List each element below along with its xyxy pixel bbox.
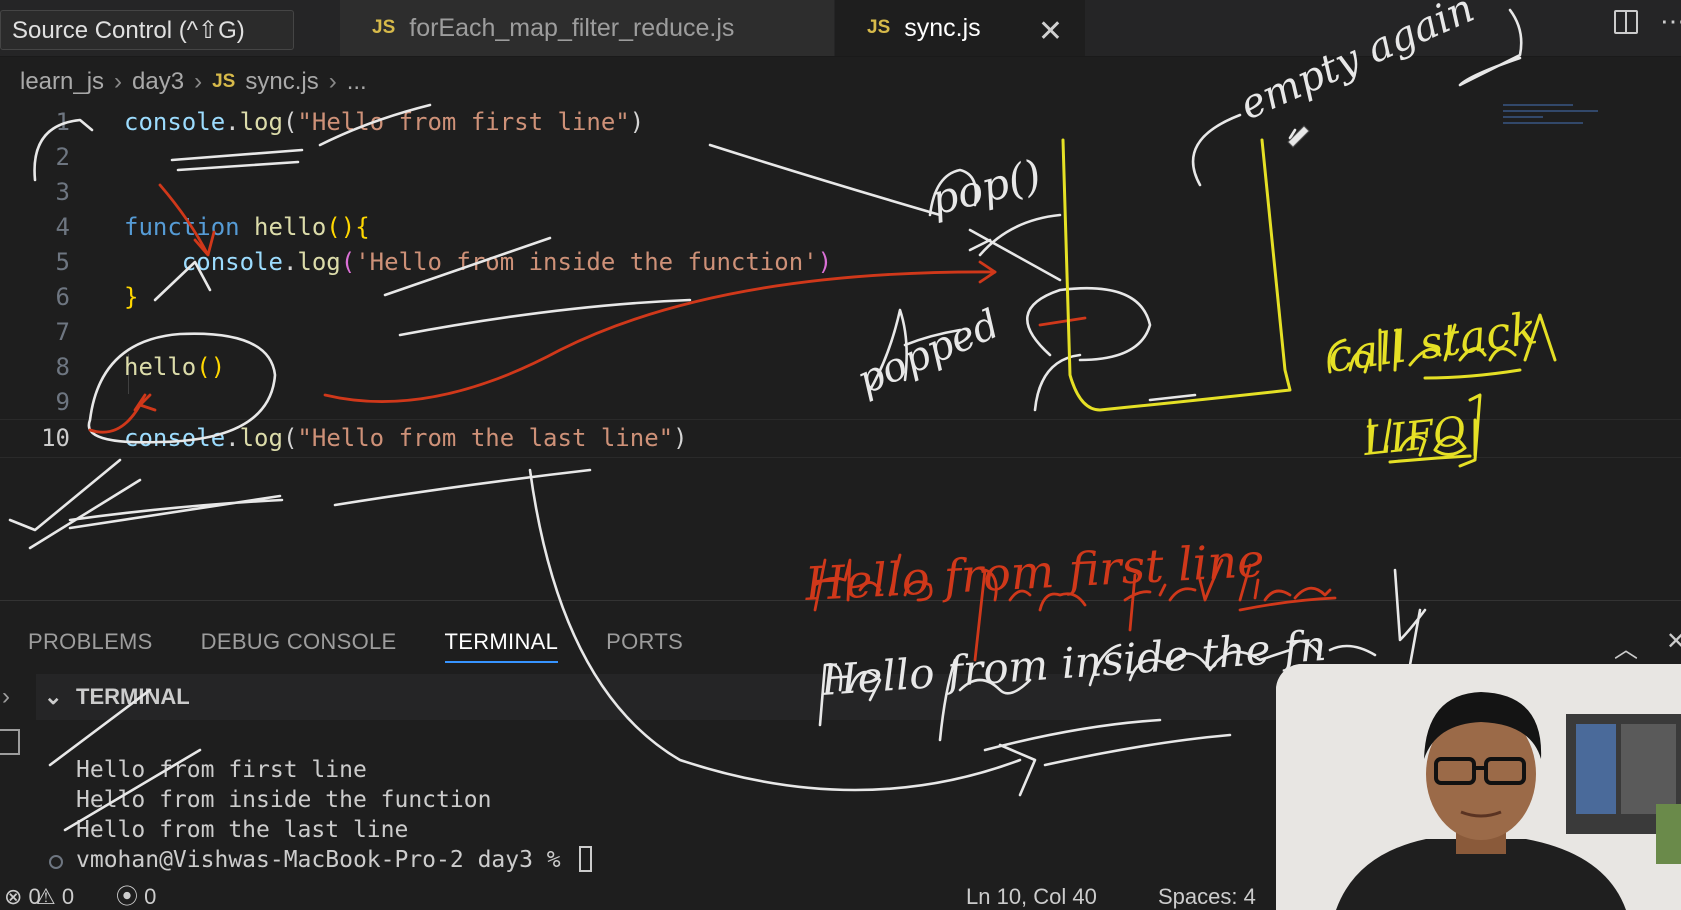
code-text: console.log("Hello from first line")	[124, 104, 644, 141]
code-line[interactable]: 7	[0, 314, 1681, 351]
code-token: hello	[124, 353, 197, 381]
code-token: )	[817, 248, 833, 276]
code-text: console.log('Hello from inside the funct…	[124, 244, 832, 281]
prompt-text: vmohan@Vishwas-MacBook-Pro-2 day3 %	[76, 847, 575, 873]
presenter-webcam	[1276, 664, 1681, 910]
presenter-image	[1276, 664, 1681, 910]
code-token: (	[340, 248, 356, 276]
code-line[interactable]: 9	[0, 384, 1681, 421]
code-token: (){	[326, 213, 370, 241]
code-token: .	[225, 108, 240, 136]
code-text: }	[124, 279, 138, 316]
code-token: .	[225, 424, 240, 452]
tab-ports[interactable]: PORTS	[606, 621, 683, 663]
line-number: 8	[55, 353, 70, 381]
code-line[interactable]: 6}	[0, 279, 1681, 316]
code-text: console.log("Hello from the last line")	[124, 420, 688, 457]
prompt-status-icon	[49, 855, 63, 869]
code-token: log	[239, 424, 283, 452]
chevron-down-icon[interactable]: ⌄	[44, 674, 62, 720]
code-line[interactable]: 2	[0, 139, 1681, 176]
breadcrumb: learn_js › day3 › JS sync.js › ...	[20, 64, 367, 100]
tab-label: forEach_map_filter_reduce.js	[409, 14, 735, 42]
code-token: (	[282, 424, 298, 452]
chevron-right-icon: ›	[114, 68, 123, 95]
cursor-position[interactable]: Ln 10, Col 40	[966, 882, 1097, 910]
code-editor[interactable]: 1 console.log("Hello from first line") 2 3 4…	[0, 104, 1681, 594]
chevron-right-icon: ›	[328, 68, 337, 95]
terminal-list-icon[interactable]	[0, 729, 20, 755]
tab-foreach-map-filter-reduce[interactable]: JS forEach_map_filter_reduce.js	[340, 0, 834, 56]
ports-count[interactable]: ⦿ 0	[116, 882, 156, 910]
breadcrumb-folder-day3[interactable]: day3	[132, 68, 184, 96]
split-editor-icon[interactable]	[1614, 10, 1638, 34]
code-token: console	[124, 108, 226, 136]
more-actions-icon[interactable]: ⋯	[1660, 6, 1681, 37]
js-file-icon: JS	[867, 17, 891, 38]
close-panel-icon[interactable]: ✕	[1666, 627, 1681, 656]
code-token: function	[124, 213, 240, 241]
tab-terminal[interactable]: TERMINAL	[444, 621, 559, 663]
code-token: log	[239, 108, 283, 136]
line-number: 6	[55, 283, 70, 311]
editor-tab-bar: JS forEach_map_filter_reduce.js JS sync.…	[0, 0, 1681, 57]
code-line[interactable]: 4 function hello(){	[0, 209, 1681, 246]
terminal-prompt[interactable]: vmohan@Vishwas-MacBook-Pro-2 day3 %	[76, 845, 592, 875]
js-file-icon: JS	[372, 17, 396, 38]
code-token: console	[181, 248, 283, 276]
code-line[interactable]: 10 console.log("Hello from the last line"…	[0, 419, 1681, 458]
code-line[interactable]: 8 hello()	[0, 349, 1681, 386]
terminal-output-line: Hello from the last line	[76, 817, 409, 843]
panel-tab-strip: PROBLEMS DEBUG CONSOLE TERMINAL PORTS	[0, 621, 703, 663]
warnings-count[interactable]: ⚠ 0	[36, 882, 74, 910]
code-line[interactable]: 3	[0, 174, 1681, 211]
code-token: )	[673, 424, 688, 452]
code-line[interactable]: 1 console.log("Hello from first line")	[0, 104, 1681, 141]
breadcrumb-file-sync-js[interactable]: sync.js	[245, 68, 318, 96]
code-token: .	[282, 248, 298, 276]
terminal-cursor	[578, 846, 592, 872]
maximize-panel-icon[interactable]: ︿	[1614, 629, 1638, 664]
close-icon[interactable]: ✕	[1038, 8, 1063, 56]
chevron-right-icon[interactable]: ›	[2, 683, 10, 711]
code-token: "Hello from first line"	[297, 108, 630, 136]
terminal-output-line: Hello from first line	[76, 757, 367, 783]
code-token: 'Hello from inside the function'	[355, 248, 818, 276]
code-line[interactable]: 5 console.log('Hello from inside the fun…	[0, 244, 1681, 281]
line-number: 5	[55, 248, 70, 276]
line-number: 7	[55, 318, 70, 346]
chevron-right-icon: ›	[194, 68, 203, 95]
terminal-section-title: TERMINAL	[76, 684, 190, 709]
js-file-icon: JS	[212, 71, 236, 92]
line-number: 2	[55, 143, 70, 171]
code-token: ()	[196, 353, 226, 381]
code-text: hello()	[124, 349, 225, 386]
line-number: 3	[55, 178, 70, 206]
code-token: (	[282, 108, 298, 136]
line-number: 9	[55, 388, 70, 416]
tab-label: sync.js	[904, 14, 981, 42]
terminal-output-line: Hello from inside the function	[76, 787, 492, 813]
line-number: 4	[55, 213, 70, 241]
minimap[interactable]	[1503, 104, 1613, 152]
code-token: "Hello from the last line"	[297, 424, 674, 452]
line-number: 1	[55, 108, 70, 136]
code-token: log	[297, 248, 341, 276]
line-number: 10	[41, 424, 70, 452]
code-text: function hello(){	[124, 209, 370, 246]
code-token: hello	[254, 213, 327, 241]
code-token: }	[124, 283, 139, 311]
code-token: )	[629, 108, 645, 136]
tab-problems[interactable]: PROBLEMS	[28, 621, 153, 663]
indentation-setting[interactable]: Spaces: 4	[1158, 882, 1256, 910]
breadcrumb-symbols[interactable]: ...	[347, 68, 367, 96]
breadcrumb-folder-learn-js[interactable]: learn_js	[20, 68, 104, 96]
tab-debug-console[interactable]: DEBUG CONSOLE	[201, 621, 397, 663]
tab-sync-js[interactable]: JS sync.js ✕	[835, 0, 1085, 56]
code-token: console	[124, 424, 226, 452]
source-control-tooltip: Source Control (^⇧G)	[0, 10, 294, 50]
